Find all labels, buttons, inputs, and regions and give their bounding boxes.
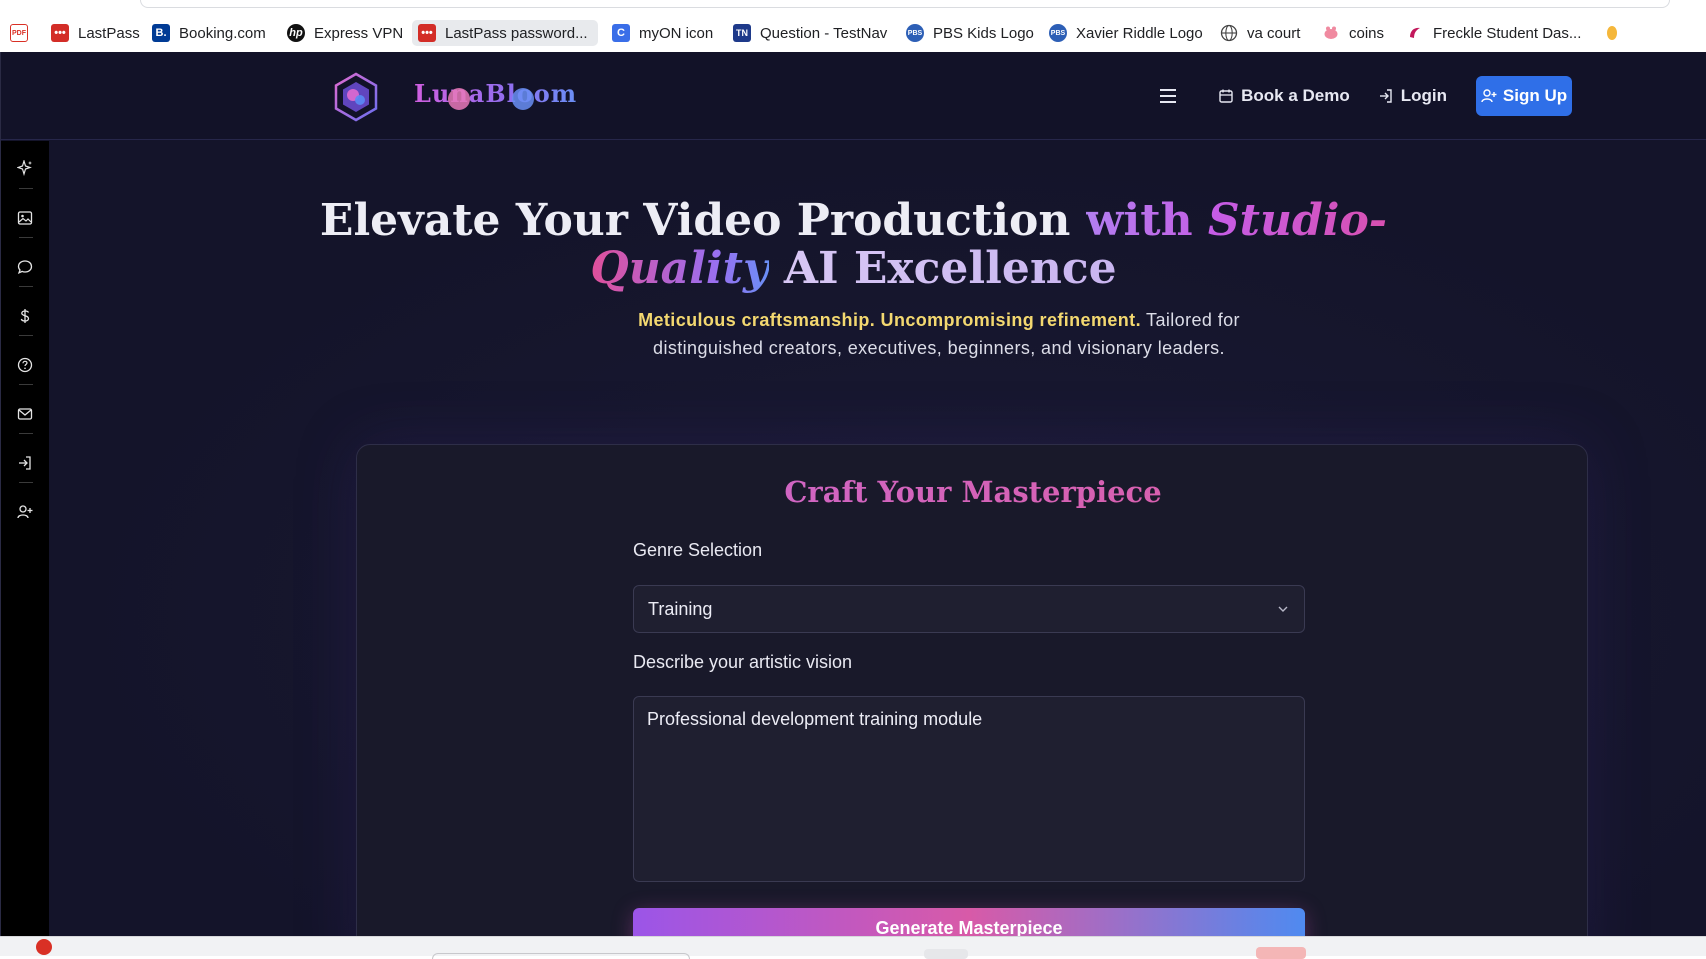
sparkles-icon[interactable]: [15, 158, 35, 178]
bookmark-label: Question - TestNav: [760, 24, 888, 42]
pdf-icon: PDF: [10, 24, 28, 42]
sidebar-divider: [19, 384, 33, 385]
mail-icon[interactable]: [15, 404, 35, 424]
notification-icon[interactable]: [36, 939, 52, 955]
myon-icon: C: [612, 24, 630, 42]
user-plus-icon: [1481, 89, 1497, 103]
genre-label: Genre Selection: [633, 540, 763, 560]
bookmark-label: Express VPN: [314, 24, 404, 42]
app-window: LunaBloom Book a Demo Login Sign Up Elev…: [0, 52, 1706, 936]
book-demo-link[interactable]: Book a Demo: [1218, 86, 1350, 106]
bookmark-va-court[interactable]: va court: [1214, 20, 1306, 46]
sidebar-divider: [19, 335, 33, 336]
bookmark-label: LastPass: [78, 24, 140, 42]
piggy-icon: [1322, 24, 1340, 42]
globe-icon: [1220, 24, 1238, 42]
signup-button[interactable]: Sign Up: [1476, 76, 1572, 116]
chevron-down-icon: [1278, 606, 1288, 612]
bookmark-coin[interactable]: [1597, 20, 1627, 46]
calendar-icon: [1219, 89, 1233, 103]
headline-studio: Studio-: [1207, 195, 1388, 246]
header-nav: Book a Demo Login: [1160, 76, 1447, 116]
brand-name[interactable]: LunaBloom: [414, 79, 577, 108]
freckle-icon: [1406, 24, 1424, 42]
hp-icon: hp: [287, 24, 305, 42]
brand-decor-dot-pink: [448, 88, 470, 110]
hamburger-icon: [1160, 89, 1177, 103]
add-user-icon[interactable]: [15, 502, 35, 522]
bookmark-label: Freckle Student Das...: [1433, 24, 1582, 42]
bookmark-freckle[interactable]: Freckle Student Das...: [1400, 20, 1587, 46]
headline-with: with: [1085, 195, 1208, 246]
help-icon[interactable]: [15, 355, 35, 375]
login-icon[interactable]: [15, 453, 35, 473]
sidebar-divider: [19, 188, 33, 189]
bookmark-xavier-riddle[interactable]: PBS Xavier Riddle Logo: [1043, 20, 1209, 46]
bookmarks-bar: PDF ••• LastPass B. Booking.com hp Expre…: [0, 0, 1706, 52]
bookmark-label: coins: [1349, 24, 1385, 42]
lastpass-icon: •••: [418, 24, 436, 42]
generate-button[interactable]: Generate Masterpiece: [633, 908, 1305, 936]
bookmark-label: Xavier Riddle Logo: [1076, 24, 1203, 42]
headline-part1: Elevate Your Video Production: [319, 195, 1086, 246]
sidebar-divider: [19, 433, 33, 434]
lastpass-icon: •••: [51, 24, 69, 42]
booking-icon: B.: [152, 24, 170, 42]
bookmark-testnav[interactable]: TN Question - TestNav: [727, 20, 893, 46]
brand-decor-dot-blue: [512, 88, 534, 110]
hero-subheadline: Meticulous craftsmanship. Uncompromising…: [609, 306, 1269, 362]
genre-selected-value: Training: [648, 598, 713, 619]
bookmark-lastpass[interactable]: ••• LastPass: [45, 20, 146, 46]
coin-icon: [1603, 24, 1621, 42]
bookmark-myon[interactable]: C myON icon: [606, 20, 719, 46]
login-label: Login: [1400, 86, 1447, 105]
dollar-icon[interactable]: [15, 306, 35, 326]
taskbar-item[interactable]: [432, 953, 690, 959]
site-header: LunaBloom Book a Demo Login Sign Up: [1, 52, 1706, 140]
testnav-icon: TN: [733, 24, 751, 42]
bookmark-label: myON icon: [639, 24, 714, 42]
taskbar-strip: [0, 936, 1706, 959]
generator-card: Craft Your Masterpiece Genre Selection T…: [356, 444, 1588, 936]
taskbar-item[interactable]: [924, 949, 968, 959]
bookmark-label: va court: [1247, 24, 1301, 42]
card-title: Craft Your Masterpiece: [357, 475, 1589, 509]
signup-label: Sign Up: [1502, 86, 1568, 105]
taskbar-item[interactable]: [1256, 947, 1306, 959]
bookmark-booking[interactable]: B. Booking.com: [146, 20, 272, 46]
sidebar-divider: [19, 482, 33, 483]
logo-icon[interactable]: [331, 72, 381, 122]
book-demo-label: Book a Demo: [1241, 86, 1350, 105]
bookmark-coins[interactable]: coins: [1316, 20, 1390, 46]
bookmark-express-vpn[interactable]: hp Express VPN: [281, 20, 409, 46]
headline-ai: AI Excellence: [768, 243, 1117, 294]
headline-quality: Quality: [590, 243, 769, 294]
bookmark-pbs-kids[interactable]: PBS PBS Kids Logo: [900, 20, 1040, 46]
hero-headline: Elevate Your Video Production with Studi…: [1, 195, 1706, 294]
generate-label: Generate Masterpiece: [875, 917, 1063, 937]
bookmark-label: LastPass password...: [445, 24, 588, 42]
subheadline-highlight: Meticulous craftsmanship. Uncompromising…: [638, 310, 1141, 330]
genre-select[interactable]: Training: [633, 585, 1305, 633]
login-link[interactable]: Login: [1378, 86, 1447, 106]
bookmark-lastpass-password[interactable]: ••• LastPass password...: [412, 20, 598, 46]
address-bar-edge: [140, 0, 1670, 8]
menu-button[interactable]: [1160, 89, 1178, 103]
bookmark-label: PBS Kids Logo: [933, 24, 1034, 42]
pbs-icon: PBS: [1049, 24, 1067, 42]
vision-label: Describe your artistic vision: [633, 652, 853, 672]
pbs-icon: PBS: [906, 24, 924, 42]
bookmark-pdf[interactable]: PDF: [4, 20, 34, 46]
login-icon: [1379, 89, 1392, 103]
vision-textarea[interactable]: Professional development training module: [633, 696, 1305, 882]
vision-text: Professional development training module: [647, 709, 983, 729]
main-content: Elevate Your Video Production with Studi…: [49, 141, 1706, 936]
bookmark-label: Booking.com: [179, 24, 266, 42]
